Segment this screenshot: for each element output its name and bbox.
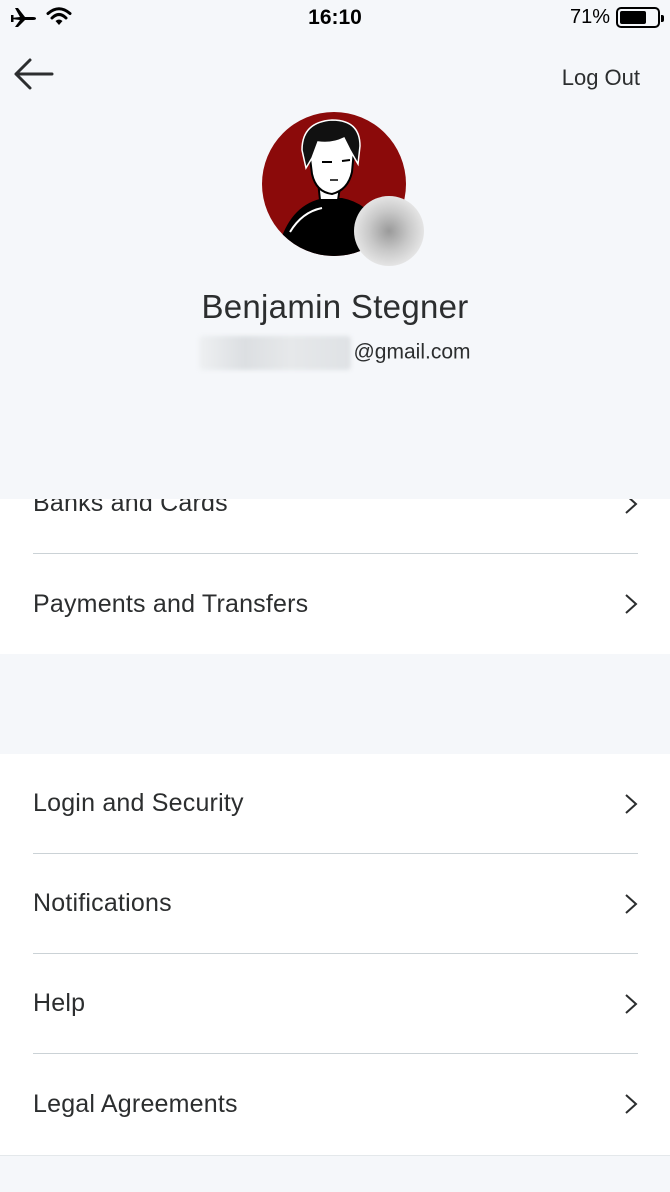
chevron-right-icon	[625, 1094, 638, 1114]
status-right: 71%	[569, 6, 664, 29]
menu-item-help[interactable]: Help	[33, 954, 638, 1054]
back-button[interactable]	[12, 54, 56, 94]
avatar[interactable]	[262, 112, 424, 266]
menu-item-label: Help	[33, 989, 86, 1017]
menu-item-label: Legal Agreements	[33, 1089, 238, 1118]
logout-button[interactable]: Log Out	[562, 65, 640, 91]
menu-item-login-and-security[interactable]: Login and Security	[33, 754, 638, 854]
email-suffix: @gmail.com	[353, 340, 471, 364]
section-divider	[0, 654, 670, 754]
menu-item-label: Login and Security	[33, 789, 244, 817]
battery-icon	[616, 7, 664, 28]
chevron-right-icon	[625, 893, 638, 914]
menu-item-legal-agreements[interactable]: Legal Agreements	[33, 1054, 638, 1154]
bottom-band	[0, 1155, 670, 1192]
chevron-right-icon	[625, 594, 638, 614]
chevron-right-icon	[625, 793, 638, 814]
back-arrow-icon	[14, 58, 54, 90]
user-email: @gmail.com	[0, 336, 670, 370]
email-redacted	[199, 336, 352, 370]
status-bar: 16:10 71%	[0, 0, 670, 38]
menu-item-payments-and-transfers[interactable]: Payments and Transfers	[33, 554, 638, 654]
chevron-right-icon	[625, 993, 638, 1014]
profile-header: Log Out Benjamin Stegner @gmail.com	[0, 38, 670, 499]
battery-percent: 71%	[569, 6, 610, 28]
battery-fill	[620, 11, 646, 24]
menu-item-label: Payments and Transfers	[33, 589, 309, 618]
avatar-badge[interactable]	[354, 196, 424, 266]
menu-item-label: Notifications	[33, 889, 172, 917]
user-name: Benjamin Stegner	[201, 288, 469, 325]
menu-item-notifications[interactable]: Notifications	[33, 854, 638, 954]
